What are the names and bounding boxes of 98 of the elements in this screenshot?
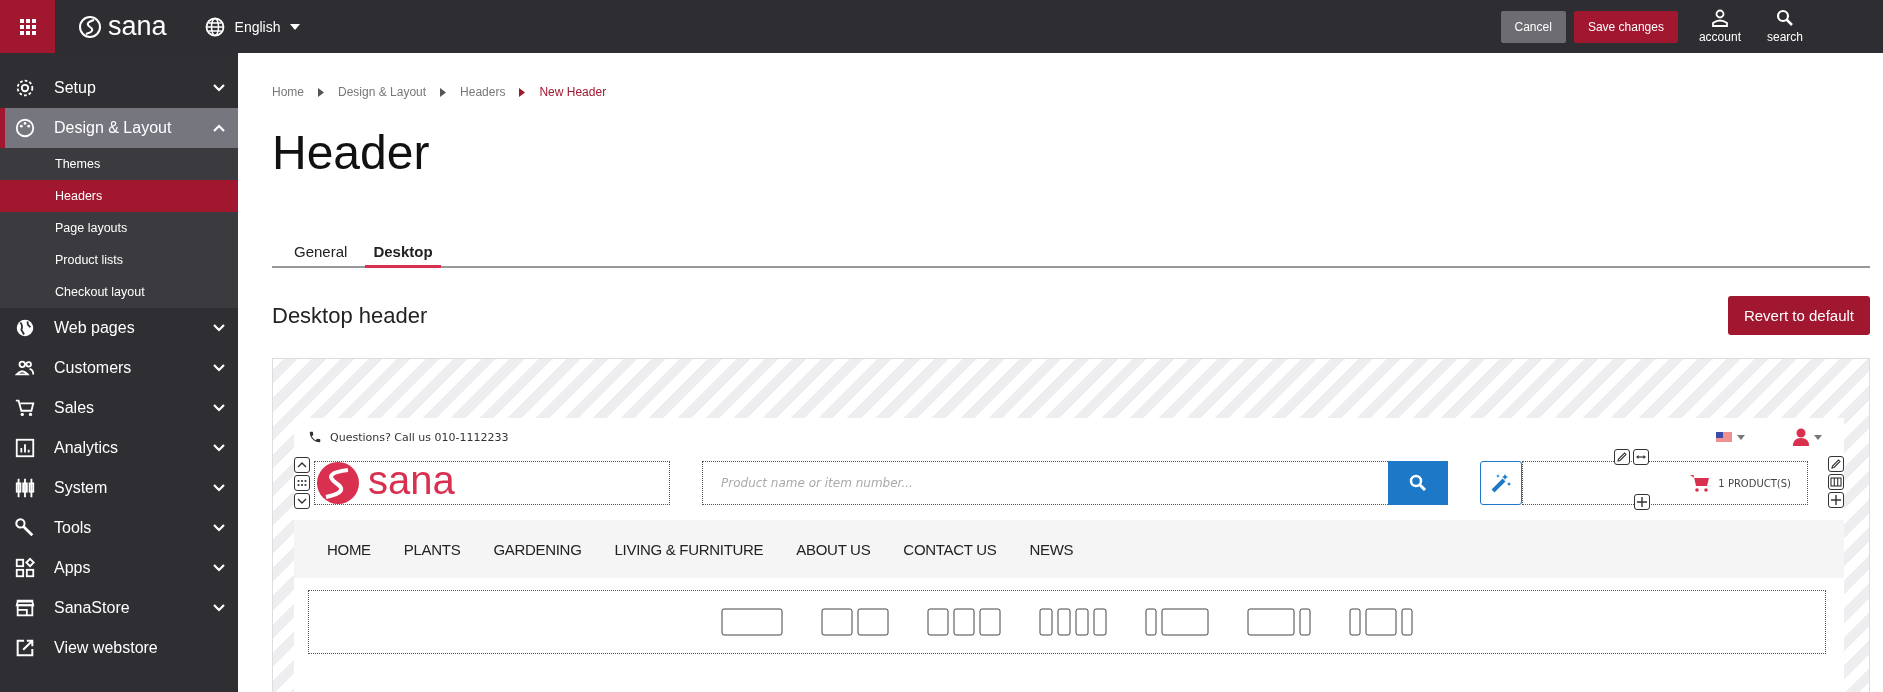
- globe-icon: [14, 317, 36, 339]
- caret-icon: [1814, 434, 1822, 440]
- magic-wand-icon: [1490, 472, 1512, 494]
- sidebar-item[interactable]: Customers: [0, 348, 238, 388]
- chevron-down-icon: [297, 496, 307, 506]
- search-button[interactable]: search: [1766, 9, 1803, 44]
- layout-option-icon[interactable]: [1145, 608, 1209, 636]
- add-button[interactable]: [1828, 492, 1844, 508]
- resize-button[interactable]: [1633, 449, 1649, 465]
- sidebar-item[interactable]: Web pages: [0, 308, 238, 348]
- sidebar-item[interactable]: Sales: [0, 388, 238, 428]
- edit-button[interactable]: [1614, 449, 1630, 465]
- chevron-right-icon: [519, 87, 526, 97]
- pencil-icon: [1830, 458, 1842, 470]
- external-link-icon: [14, 637, 36, 659]
- search-icon: [1776, 9, 1794, 27]
- breadcrumb-link[interactable]: Home: [272, 85, 304, 99]
- gear-icon: [14, 77, 36, 99]
- flag-icon: [1716, 431, 1732, 443]
- plus-icon: [1830, 494, 1842, 506]
- search-icon: [1409, 474, 1427, 492]
- person-icon: [1793, 428, 1809, 446]
- phone-icon: [308, 430, 322, 444]
- layout-option-icon[interactable]: [821, 608, 889, 636]
- section-title: Desktop header: [272, 302, 428, 329]
- sidebar-item[interactable]: Setup: [0, 68, 238, 108]
- add-button[interactable]: [1634, 494, 1650, 510]
- tab[interactable]: Desktop: [365, 239, 441, 268]
- language-dropdown[interactable]: [1716, 431, 1745, 443]
- cart-icon: [14, 397, 36, 419]
- drag-handle[interactable]: [294, 475, 310, 491]
- move-down-button[interactable]: [294, 493, 310, 509]
- layout-option-icon[interactable]: [1247, 608, 1311, 636]
- grid-icon: [19, 18, 36, 35]
- menu-item[interactable]: ABOUT US: [796, 540, 871, 558]
- menu-item[interactable]: HOME: [327, 540, 371, 558]
- person-icon: [1710, 9, 1729, 27]
- sidebar-subitem[interactable]: Page layouts: [0, 212, 238, 244]
- menu-item[interactable]: CONTACT US: [903, 540, 997, 558]
- menu-item[interactable]: PLANTS: [403, 540, 461, 558]
- sidebar-item[interactable]: Apps: [0, 548, 238, 588]
- account-dropdown[interactable]: [1793, 428, 1822, 446]
- cart-text: 1 PRODUCT(S): [1718, 477, 1791, 489]
- sidebar-item[interactable]: SanaStore: [0, 588, 238, 628]
- wand-button[interactable]: [1480, 461, 1522, 505]
- columns-button[interactable]: [1828, 474, 1844, 490]
- save-button[interactable]: Save changes: [1573, 10, 1678, 43]
- sidebar-item[interactable]: View webstore: [0, 628, 238, 668]
- sidebar-subitem[interactable]: Checkout layout: [0, 276, 238, 308]
- layout-option-icon[interactable]: [927, 608, 1001, 636]
- chart-icon: [14, 437, 36, 459]
- sidebar-subitem[interactable]: Themes: [0, 148, 238, 180]
- chevron-right-icon: [440, 87, 447, 97]
- sidebar-subitem[interactable]: Headers: [0, 180, 238, 212]
- menu-item[interactable]: GARDENING: [493, 540, 582, 558]
- layout-option-icon[interactable]: [1349, 608, 1413, 636]
- search-field[interactable]: Product name or item number...: [702, 461, 1388, 505]
- sidebar-item[interactable]: Analytics: [0, 428, 238, 468]
- plus-icon: [1636, 496, 1648, 508]
- page-title: Header: [272, 125, 431, 181]
- layout-option-icon[interactable]: [721, 608, 783, 636]
- logo-block[interactable]: sana: [314, 461, 670, 505]
- columns-icon: [1830, 476, 1842, 488]
- sidebar-subitem[interactable]: Product lists: [0, 244, 238, 276]
- cart-icon: [1690, 474, 1711, 492]
- sidebar-item[interactable]: Design & Layout: [0, 108, 238, 148]
- move-up-button[interactable]: [294, 457, 310, 473]
- pencil-icon: [1616, 451, 1628, 463]
- chevron-up-icon: [297, 460, 307, 470]
- language-selector[interactable]: English: [204, 16, 301, 37]
- layout-option-icon[interactable]: [1039, 608, 1107, 636]
- caret-icon: [1737, 434, 1745, 440]
- menu-item[interactable]: NEWS: [1029, 540, 1074, 558]
- account-button[interactable]: account: [1698, 9, 1741, 44]
- sidebar-item[interactable]: System: [0, 468, 238, 508]
- logo-text: sana: [368, 460, 455, 500]
- tab[interactable]: General: [286, 239, 356, 268]
- sliders-icon: [14, 477, 36, 499]
- palette-icon: [14, 117, 36, 139]
- edit-button[interactable]: [1828, 456, 1844, 472]
- dots-icon: [297, 478, 307, 488]
- breadcrumb-link[interactable]: Headers: [460, 85, 506, 99]
- revert-button[interactable]: Revert to default: [1727, 296, 1870, 335]
- menu-item[interactable]: LIVING & FURNITURE: [614, 540, 764, 558]
- breadcrumb-link[interactable]: Design & Layout: [338, 85, 427, 99]
- logo-icon: [316, 461, 360, 505]
- app-menu-button[interactable]: [0, 0, 55, 53]
- caret-icon: [290, 23, 301, 30]
- contact-text: Questions? Call us 010-1112233: [330, 430, 509, 444]
- chevron-right-icon: [318, 87, 324, 97]
- cancel-button[interactable]: Cancel: [1500, 10, 1566, 43]
- search-button[interactable]: [1388, 461, 1448, 505]
- sidebar-item[interactable]: Tools: [0, 508, 238, 548]
- store-icon: [14, 597, 36, 619]
- logo-text: sana: [108, 11, 167, 42]
- logo-icon: [78, 14, 102, 39]
- globe-icon: [204, 16, 225, 37]
- apps-icon: [14, 557, 36, 579]
